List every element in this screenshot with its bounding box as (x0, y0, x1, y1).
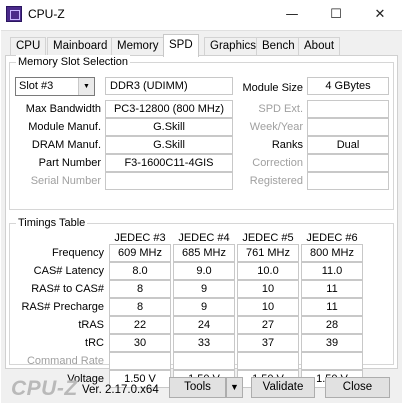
footer-bar: CPU-Z Ver. 2.17.0.x64 Tools ▼ Validate C… (1, 373, 402, 404)
timing-row-label: tRAS (78, 319, 104, 331)
timing-cell: 10 (237, 280, 299, 298)
timing-row-label: tRC (85, 337, 104, 349)
timing-cell: 33 (173, 334, 235, 352)
timing-cell: 609 MHz (109, 244, 171, 262)
timing-cell: 27 (237, 316, 299, 334)
timing-cell: 685 MHz (173, 244, 235, 262)
timing-cell: 11.0 (301, 262, 363, 280)
tab-mainboard[interactable]: Mainboard (47, 37, 114, 56)
timing-cell (237, 352, 299, 370)
timings-column-header: JEDEC #3 (114, 232, 166, 244)
tab-cpu[interactable]: CPU (10, 37, 47, 56)
week-year-label: Week/Year (249, 121, 303, 133)
week-year-field (307, 118, 389, 136)
slot-select-value: Slot #3 (19, 80, 54, 92)
close-window-button[interactable]: ✕ (358, 0, 402, 30)
max-bandwidth-label: Max Bandwidth (25, 103, 101, 115)
max-bandwidth-field: PC3-12800 (800 MHz) (105, 100, 233, 118)
timing-row-label: Frequency (52, 247, 104, 259)
timing-cell: 10.0 (237, 262, 299, 280)
timing-row-label: CAS# Latency (33, 265, 104, 277)
close-button[interactable]: Close (325, 377, 390, 398)
spd-ext-field (307, 100, 389, 118)
version-label: Ver. 2.17.0.x64 (82, 384, 159, 396)
window-title: CPU-Z (28, 7, 65, 21)
timing-cell: 11 (301, 280, 363, 298)
validate-button[interactable]: Validate (251, 377, 315, 398)
tab-memory[interactable]: Memory (111, 37, 165, 56)
chevron-down-icon[interactable]: ▼ (78, 78, 94, 95)
module-size-label: Module Size (242, 82, 303, 94)
ranks-label: Ranks (271, 139, 303, 151)
part-number-label: Part Number (38, 157, 101, 169)
timing-cell: 24 (173, 316, 235, 334)
tools-dropdown-arrow-icon[interactable]: ▼ (226, 377, 243, 398)
cpuz-brand-logo: CPU-Z (11, 377, 78, 400)
timing-cell: 8 (109, 280, 171, 298)
timing-cell: 9 (173, 298, 235, 316)
tab-bench[interactable]: Bench (256, 37, 301, 56)
timing-cell (109, 352, 171, 370)
module-size-field: 4 GBytes (307, 77, 389, 95)
minimize-button[interactable]: — (270, 0, 314, 30)
timing-cell: 11 (301, 298, 363, 316)
timing-cell: 37 (237, 334, 299, 352)
dram-manuf-field: G.Skill (105, 136, 233, 154)
tools-button[interactable]: Tools (169, 377, 226, 398)
timings-group: Timings Table JEDEC #3 JEDEC #4 JEDEC #5… (9, 216, 394, 388)
tab-about[interactable]: About (298, 37, 341, 56)
timing-cell: 761 MHz (237, 244, 299, 262)
timing-row-label: RAS# to CAS# (31, 283, 104, 295)
timing-cell (301, 352, 363, 370)
timing-cell: 30 (109, 334, 171, 352)
serial-number-field (105, 172, 233, 190)
module-manuf-label: Module Manuf. (28, 121, 101, 133)
timing-cell (173, 352, 235, 370)
timing-cell: 8 (109, 298, 171, 316)
tab-graphics[interactable]: Graphics (204, 37, 263, 56)
client-area: CPU Mainboard Memory SPD Graphics Bench … (1, 30, 402, 403)
title-bar[interactable]: CPU-Z — ☐ ✕ (0, 0, 403, 30)
memory-type-field: DDR3 (UDIMM) (105, 77, 233, 95)
memory-slot-group-title: Memory Slot Selection (16, 55, 131, 69)
timings-group-title: Timings Table (16, 216, 88, 230)
correction-label: Correction (252, 157, 303, 169)
timings-column-header: JEDEC #6 (306, 232, 358, 244)
correction-field (307, 154, 389, 172)
timing-row-label: RAS# Precharge (21, 301, 104, 313)
registered-label: Registered (249, 175, 303, 187)
dram-manuf-label: DRAM Manuf. (31, 139, 101, 151)
timing-cell: 9.0 (173, 262, 235, 280)
timing-cell: 28 (301, 316, 363, 334)
part-number-field: F3-1600C11-4GIS (105, 154, 233, 172)
maximize-button[interactable]: ☐ (314, 0, 358, 30)
timings-column-header: JEDEC #5 (242, 232, 294, 244)
timing-cell: 39 (301, 334, 363, 352)
spd-panel: Memory Slot Selection Slot #3 ▼ DDR3 (UD… (5, 55, 398, 388)
memory-slot-group: Memory Slot Selection Slot #3 ▼ DDR3 (UD… (9, 55, 394, 210)
ranks-field: Dual (307, 136, 389, 154)
timing-cell: 9 (173, 280, 235, 298)
timing-cell: 8.0 (109, 262, 171, 280)
spd-ext-label: SPD Ext. (258, 103, 303, 115)
module-manuf-field: G.Skill (105, 118, 233, 136)
timings-column-header: JEDEC #4 (178, 232, 230, 244)
timing-cell: 800 MHz (301, 244, 363, 262)
timing-cell: 10 (237, 298, 299, 316)
cpuz-app-icon (6, 6, 22, 22)
slot-select[interactable]: Slot #3 ▼ (15, 77, 95, 96)
tab-spd[interactable]: SPD (163, 34, 199, 57)
timing-row-label: Command Rate (26, 355, 104, 367)
serial-number-label: Serial Number (30, 175, 101, 187)
registered-field (307, 172, 389, 190)
timing-cell: 22 (109, 316, 171, 334)
